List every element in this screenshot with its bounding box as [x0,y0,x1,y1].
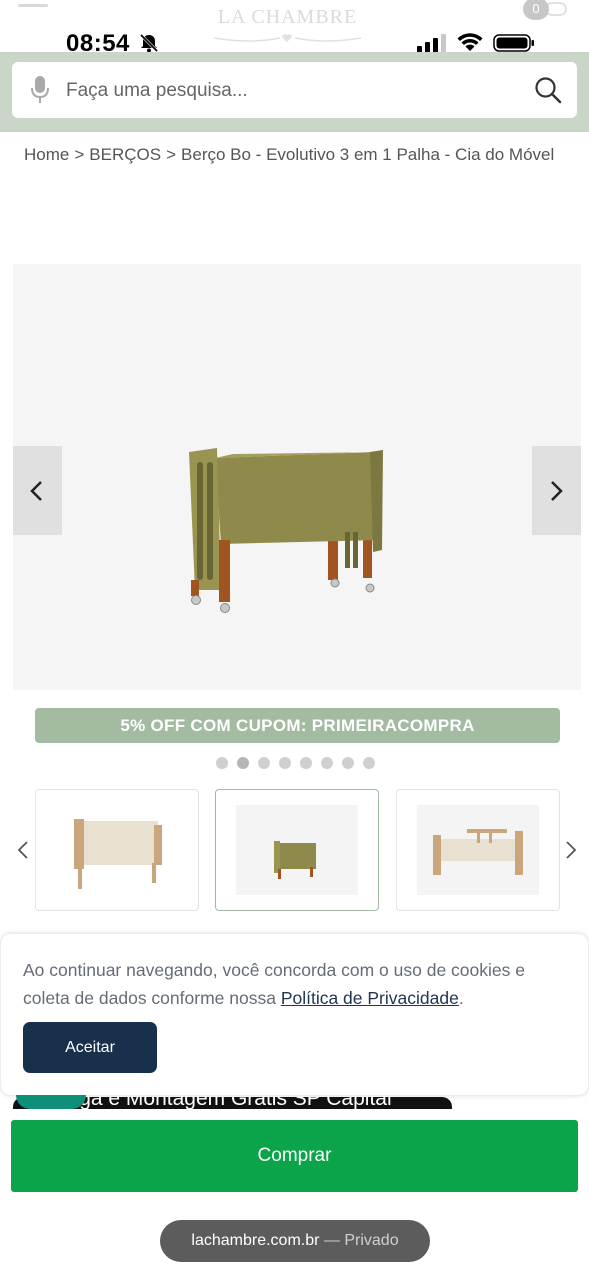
product-image-gallery [13,264,581,690]
search-box[interactable] [12,62,577,118]
pagination-dot[interactable] [279,757,291,769]
chevron-left-icon [30,481,42,501]
pagination-dot[interactable] [342,757,354,769]
breadcrumb-separator: > [74,145,85,164]
thumbnail-image-toddler-bed [417,805,539,895]
cart-count-badge[interactable]: 0 [523,0,549,20]
chevron-right-icon [551,481,563,501]
product-image-crib[interactable] [185,440,385,615]
search-band [0,52,589,132]
thumbnails-next-icon[interactable] [564,838,578,862]
pagination-dot[interactable] [363,757,375,769]
thumbnail-image-crib-olive [236,805,358,895]
buy-button[interactable]: Comprar [11,1120,578,1192]
thumbnail-1[interactable] [35,789,199,911]
breadcrumb: Home > BERÇOS > Berço Bo - Evolutivo 3 em 1 … [24,145,584,165]
cookie-message-end: . [458,988,464,1008]
thumbnail-image-crib-white [56,805,178,895]
gallery-pagination [216,757,375,769]
breadcrumb-separator: > [166,145,177,164]
browser-address-pill[interactable]: lachambre.com.br — Privado [160,1220,430,1262]
battery-icon [493,34,534,52]
privacy-policy-link[interactable]: Política de Privacidade [281,988,459,1008]
cookie-message: Ao continuar navegando, você concorda co… [23,956,568,1012]
pagination-dot[interactable] [258,757,270,769]
logo-flourish-icon [213,34,362,42]
shipping-banner-text: Entrega e Montagem Grátis SP Capital [29,1097,392,1109]
whatsapp-button[interactable] [16,1095,86,1109]
gallery-prev-button[interactable] [13,446,62,535]
cookie-consent-banner: Ao continuar navegando, você concorda co… [1,934,588,1095]
breadcrumb-current: Berço Bo - Evolutivo 3 em 1 Palha - Cia … [181,145,555,164]
wifi-icon [457,33,483,51]
pagination-dot[interactable] [321,757,333,769]
coupon-banner: 5% OFF COM CUPOM: PRIMEIRACOMPRA [35,708,560,743]
site-logo[interactable]: LA CHAMBRE [210,6,365,29]
bell-slash-icon [139,33,159,53]
gallery-next-button[interactable] [532,446,581,535]
thumbnail-2[interactable] [215,789,379,911]
menu-icon[interactable] [18,4,48,7]
thumbnails-prev-icon[interactable] [16,838,30,862]
microphone-icon[interactable] [30,76,50,104]
pagination-dot[interactable] [216,757,228,769]
accept-cookies-button[interactable]: Aceitar [23,1022,157,1073]
breadcrumb-category[interactable]: BERÇOS [89,145,161,164]
breadcrumb-home[interactable]: Home [24,145,69,164]
pagination-dot[interactable] [300,757,312,769]
url-host: lachambre.com.br [191,1232,320,1249]
pagination-dot-active[interactable] [237,757,249,769]
thumbnail-3[interactable] [396,789,560,911]
search-input[interactable] [66,78,516,104]
search-icon[interactable] [534,76,562,104]
private-mode-label: — Privado [323,1232,399,1249]
cell-signal-icon [417,34,446,53]
